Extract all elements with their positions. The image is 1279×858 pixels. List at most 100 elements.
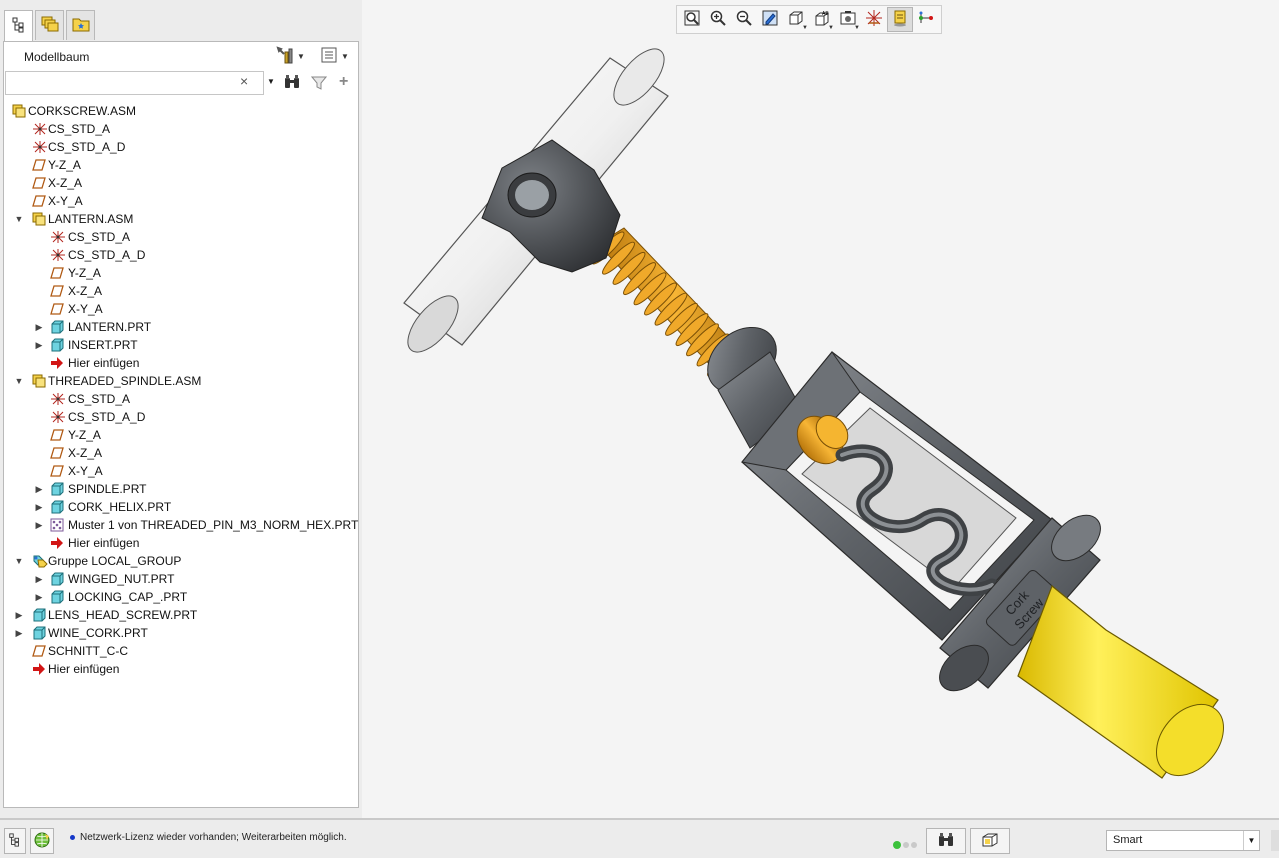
display-style-button[interactable]: ▼	[783, 7, 809, 32]
tree-row[interactable]: X-Y_A	[4, 192, 358, 210]
coordinate-system-icon	[32, 122, 47, 136]
tree-row-label: CS_STD_A	[48, 122, 111, 136]
search-history-chevron-icon[interactable]: ▼	[267, 77, 275, 86]
insert-here-arrow-icon	[50, 356, 64, 370]
insert-here-arrow-icon	[32, 662, 46, 676]
model-tree: CORKSCREW.ASM CS_STD_A CS_STD_A_D Y-Z_A X-Z_…	[4, 102, 358, 678]
tree-row[interactable]: ▶ WINGED_NUT.PRT	[4, 570, 358, 588]
model-tree-tab[interactable]	[4, 10, 33, 42]
tree-row[interactable]: ▶ SPINDLE.PRT	[4, 480, 358, 498]
tree-search-input[interactable]	[5, 71, 264, 95]
repaint-button[interactable]	[757, 7, 783, 32]
assembly-icon	[32, 212, 46, 226]
graphics-window[interactable]: Cork Screw ▼ AB ▼ ▼	[362, 0, 1279, 818]
annotation-display-button[interactable]	[887, 7, 913, 32]
tree-row-label: Gruppe LOCAL_GROUP	[48, 554, 182, 568]
filter-icon[interactable]	[310, 75, 328, 94]
zoom-in-icon	[709, 9, 727, 30]
annotation-display-icon	[891, 9, 909, 30]
find-button[interactable]	[926, 828, 966, 854]
tree-row[interactable]: CS_STD_A	[4, 390, 358, 408]
cube-selection-icon	[981, 832, 999, 851]
coordinate-system-icon	[50, 248, 65, 262]
expand-chevron-icon[interactable]: ▶	[14, 624, 24, 642]
tree-row[interactable]: ▶ LENS_HEAD_SCREW.PRT	[4, 606, 358, 624]
collapse-chevron-icon[interactable]: ▼	[14, 210, 24, 228]
tree-row-label: Y-Z_A	[48, 158, 81, 172]
datum-display-filters-button[interactable]	[861, 7, 887, 32]
tree-row[interactable]: ▶ LANTERN.PRT	[4, 318, 358, 336]
collapse-chevron-icon[interactable]: ▼	[14, 372, 24, 390]
toggle-browser-button[interactable]	[30, 828, 54, 854]
tree-row[interactable]: CS_STD_A	[4, 120, 358, 138]
tree-row[interactable]: ▶ CORK_HELIX.PRT	[4, 498, 358, 516]
tree-settings-button[interactable]: ▼	[276, 45, 305, 66]
layers-icon	[41, 15, 59, 36]
tree-row[interactable]: CORKSCREW.ASM	[4, 102, 358, 120]
tree-row[interactable]: Y-Z_A	[4, 264, 358, 282]
tree-row[interactable]: ▶ INSERT.PRT	[4, 336, 358, 354]
graphics-toolbar: ▼ AB ▼ ▼	[676, 5, 942, 34]
favorites-tab[interactable]	[66, 10, 95, 40]
chevron-down-icon[interactable]: ▼	[1243, 831, 1259, 850]
add-column-icon[interactable]: +	[339, 73, 348, 91]
view-manager-button[interactable]: ▼	[835, 7, 861, 32]
spin-center-button[interactable]	[913, 7, 939, 32]
tree-row[interactable]: Hier einfügen	[4, 660, 358, 678]
tree-row[interactable]: CS_STD_A_D	[4, 408, 358, 426]
expand-chevron-icon[interactable]: ▶	[34, 480, 44, 498]
selection-filter-select[interactable]: Smart ▼	[1106, 830, 1260, 851]
datum-plane-icon	[32, 644, 46, 658]
toggle-navigator-button[interactable]	[4, 828, 26, 854]
tree-row[interactable]: CS_STD_A_D	[4, 138, 358, 156]
corkscrew-3d-model[interactable]: Cork Screw	[362, 0, 1279, 818]
expand-chevron-icon[interactable]: ▶	[34, 588, 44, 606]
selection-box-button[interactable]	[970, 828, 1010, 854]
tree-row[interactable]: Y-Z_A	[4, 426, 358, 444]
part-icon	[32, 626, 46, 640]
expand-chevron-icon[interactable]: ▶	[14, 606, 24, 624]
tree-row[interactable]: X-Z_A	[4, 282, 358, 300]
tree-row[interactable]: ▼ THREADED_SPINDLE.ASM	[4, 372, 358, 390]
tree-row[interactable]: ▶ WINE_CORK.PRT	[4, 624, 358, 642]
model-tree-icon	[8, 832, 22, 850]
tree-row[interactable]: ▼ LANTERN.ASM	[4, 210, 358, 228]
zoom-out-button[interactable]	[731, 7, 757, 32]
model-tree-icon	[11, 17, 27, 36]
tree-row[interactable]: X-Y_A	[4, 462, 358, 480]
expand-chevron-icon[interactable]: ▶	[34, 570, 44, 588]
expand-chevron-icon[interactable]: ▶	[34, 336, 44, 354]
tree-row[interactable]: CS_STD_A	[4, 228, 358, 246]
refit-button[interactable]	[679, 7, 705, 32]
expand-chevron-icon[interactable]: ▶	[34, 318, 44, 336]
tree-row-label: Muster 1 von THREADED_PIN_M3_NORM_HEX.PR…	[68, 518, 359, 532]
zoom-in-button[interactable]	[705, 7, 731, 32]
tree-row[interactable]: ▶ Muster 1 von THREADED_PIN_M3_NORM_HEX.P…	[4, 516, 359, 534]
chevron-down-icon: ▼	[828, 25, 834, 31]
coordinate-system-icon	[50, 410, 65, 424]
tree-row[interactable]: X-Y_A	[4, 300, 358, 318]
tree-row[interactable]: Y-Z_A	[4, 156, 358, 174]
navigator-panel: Modellbaum ▼ ▼ × ▼ + CORKSCREW.ASM CS_ST…	[0, 0, 362, 818]
tree-row[interactable]: Hier einfügen	[4, 354, 358, 372]
clear-search-icon[interactable]: ×	[240, 73, 248, 89]
collapse-chevron-icon[interactable]: ▼	[14, 552, 24, 570]
tree-row[interactable]: X-Z_A	[4, 444, 358, 462]
find-binoculars-icon[interactable]	[283, 74, 301, 93]
show-options-button[interactable]: ▼	[320, 46, 349, 66]
saved-orientations-button[interactable]: AB ▼	[809, 7, 835, 32]
tree-row-label: LANTERN.ASM	[48, 212, 134, 226]
tree-row[interactable]: X-Z_A	[4, 174, 358, 192]
expand-chevron-icon[interactable]: ▶	[34, 498, 44, 516]
layers-tab[interactable]	[35, 10, 64, 40]
tree-row[interactable]: CS_STD_A_D	[4, 246, 358, 264]
status-scroll-handle[interactable]	[1271, 830, 1279, 851]
tree-row[interactable]: ▼ Gruppe LOCAL_GROUP	[4, 552, 358, 570]
tree-row[interactable]: Hier einfügen	[4, 534, 358, 552]
repaint-icon	[761, 9, 779, 30]
tree-row[interactable]: ▶ LOCKING_CAP_.PRT	[4, 588, 358, 606]
status-bar: Netzwerk-Lizenz wieder vorhanden; Weiter…	[0, 818, 1279, 858]
tree-row[interactable]: SCHNITT_C-C	[4, 642, 358, 660]
expand-chevron-icon[interactable]: ▶	[34, 516, 44, 534]
coordinate-system-icon	[50, 230, 65, 244]
